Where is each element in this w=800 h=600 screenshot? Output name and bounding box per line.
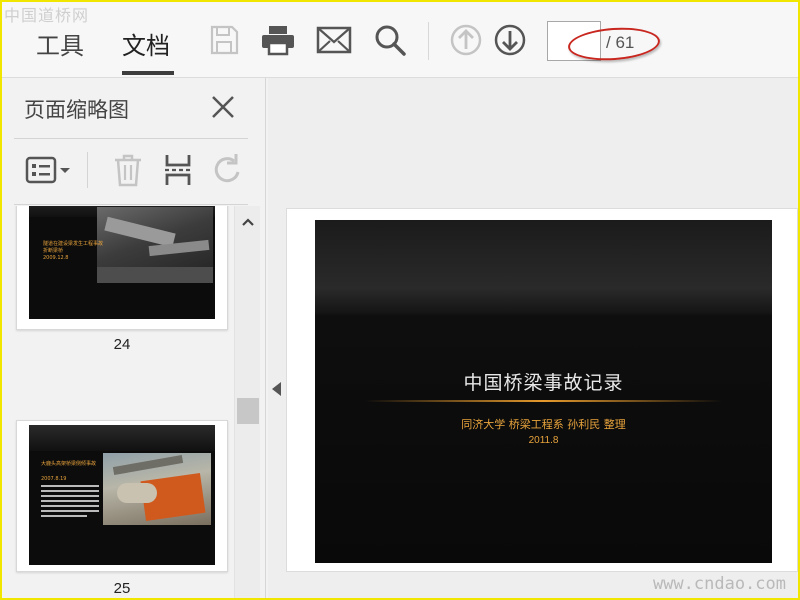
- panel-divider: [14, 138, 248, 139]
- toolbar-separator: [428, 22, 429, 60]
- thumbnail-text-line: 折断梁桥: [43, 248, 64, 254]
- thumbnail-slide-image: 隧道在建设梁发生工程事故 折断梁桥 2009.12.8: [29, 206, 215, 319]
- tab-tools[interactable]: 工具: [36, 26, 84, 61]
- thumbnail-page-number: 25: [113, 580, 131, 597]
- panel-tool-separator: [87, 152, 88, 188]
- page-down-icon[interactable]: [492, 22, 528, 58]
- save-icon[interactable]: [206, 22, 242, 58]
- mail-icon[interactable]: [316, 22, 352, 58]
- thumbnail-page-number: 24: [113, 336, 131, 353]
- thumbnail-scrollbar[interactable]: [234, 206, 260, 598]
- close-icon[interactable]: [208, 92, 238, 122]
- slide-title-rule: [365, 400, 722, 402]
- thumbnail-page-25[interactable]: 大鹿头高架桥梁侧倾事故 2007.8.19: [16, 420, 228, 572]
- thumbnail-panel: 页面缩略图 隧道在建设梁发生工程事故 折断梁桥 2009.12.8 24 大鹿头…: [2, 78, 266, 598]
- panel-title: 页面缩略图: [24, 98, 129, 122]
- truck-photo: [103, 453, 211, 525]
- slide-subtitle: 同济大学 桥梁工程系 孙利民 整理: [461, 418, 626, 431]
- search-icon[interactable]: [372, 22, 408, 58]
- thumbnail-text-line: 2007.8.19: [41, 476, 67, 482]
- thumbnail-slide-image: 大鹿头高架桥梁侧倾事故 2007.8.19: [29, 425, 215, 565]
- thumbnail-text-line: 大鹿头高架桥梁侧倾事故: [41, 461, 97, 467]
- slide-content: 中国桥梁事故记录 同济大学 桥梁工程系 孙利民 整理 2011.8: [315, 220, 772, 563]
- thumbnail-page-24[interactable]: 隧道在建设梁发生工程事故 折断梁桥 2009.12.8: [16, 206, 228, 330]
- rotate-icon[interactable]: [208, 150, 248, 190]
- thumbnail-body-text: [41, 485, 99, 520]
- active-tab-indicator: [122, 71, 174, 75]
- page-up-icon[interactable]: [448, 22, 484, 58]
- watermark-url: www.cndao.com: [652, 574, 786, 594]
- thumbnail-list: 隧道在建设梁发生工程事故 折断梁桥 2009.12.8 24 大鹿头高架桥梁侧倾…: [2, 206, 234, 598]
- thumbnail-options-icon[interactable]: [24, 150, 74, 190]
- slide-title: 中国桥梁事故记录: [463, 372, 624, 394]
- collapse-panel-arrow-icon[interactable]: [272, 382, 281, 396]
- delete-icon[interactable]: [108, 150, 148, 190]
- slide-date: 2011.8: [528, 435, 559, 446]
- extract-icon[interactable]: [158, 150, 198, 190]
- print-icon[interactable]: [260, 22, 296, 58]
- thumbnail-text-line: 隧道在建设梁发生工程事故: [43, 241, 104, 247]
- thumbnail-text-line: 2009.12.8: [43, 255, 69, 261]
- bridge-photo: [97, 207, 213, 283]
- scrollbar-thumb[interactable]: [237, 398, 259, 424]
- tab-document[interactable]: 文档: [122, 26, 170, 61]
- panel-divider: [14, 204, 248, 205]
- watermark-logo: 中国道桥网: [4, 6, 90, 25]
- scroll-up-icon[interactable]: [240, 214, 256, 230]
